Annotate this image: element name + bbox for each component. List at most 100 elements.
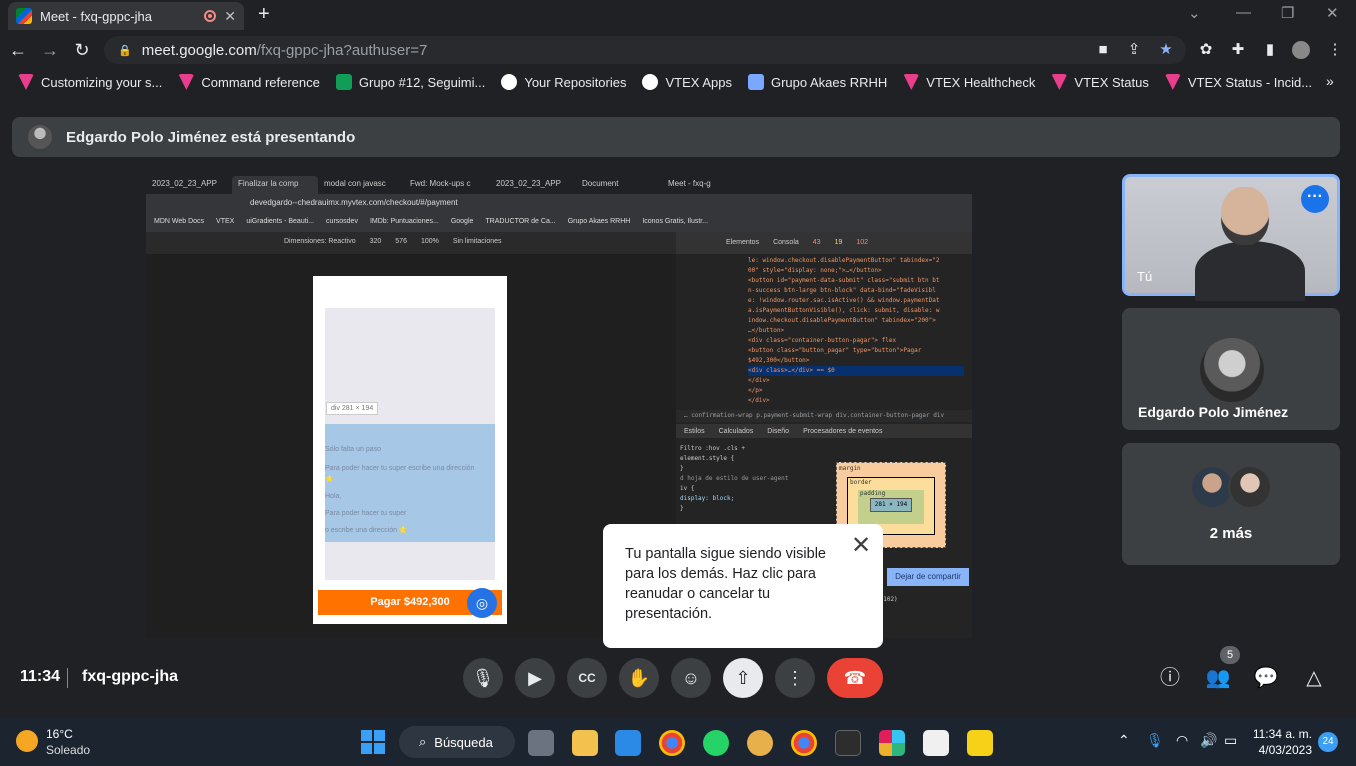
bookmark-item[interactable]: VTEX Apps	[634, 74, 739, 90]
vtex-icon	[903, 74, 920, 90]
shared-bookmark: VTEX	[216, 218, 235, 225]
bookmark-item[interactable]: VTEX Status - Incid...	[1157, 74, 1320, 90]
tray-chevron-icon[interactable]: ⌃	[1118, 732, 1130, 749]
recording-icon	[204, 10, 217, 22]
weather-condition[interactable]: Soleado	[46, 743, 90, 757]
captions-button[interactable]: CC	[567, 658, 607, 698]
bookmark-item[interactable]: Customizing your s...	[10, 74, 170, 90]
share-icon[interactable]: ⇪	[1125, 41, 1143, 59]
participant-avatar	[1228, 465, 1272, 509]
file-explorer-icon[interactable]	[572, 730, 598, 756]
code-line: <div class="container-button-pagar"> fle…	[748, 337, 897, 344]
emoji-button[interactable]: ☺	[671, 658, 711, 698]
presentation-paused-popup[interactable]: Tu pantalla sigue siendo visible para lo…	[603, 524, 883, 648]
present-button[interactable]: ⇧	[723, 658, 763, 698]
bookmark-item[interactable]: Grupo #12, Seguimi...	[328, 74, 493, 90]
taskbar-search[interactable]: ⌕ Búsqueda	[399, 726, 515, 758]
close-icon[interactable]: ✕	[848, 534, 874, 558]
start-button[interactable]	[361, 730, 385, 754]
activities-icon[interactable]: △	[1300, 664, 1328, 692]
camera-icon[interactable]: ■	[1094, 41, 1112, 59]
bookmarks-overflow-icon[interactable]: »	[1326, 73, 1334, 89]
akaes-icon	[747, 74, 764, 90]
reload-icon[interactable]: ↻	[72, 40, 92, 60]
leave-call-button[interactable]: ☎	[827, 658, 883, 698]
more-options-icon[interactable]: ···	[1301, 185, 1329, 213]
vscode-icon[interactable]	[615, 730, 641, 756]
notification-badge[interactable]: 24	[1318, 732, 1338, 752]
more-options-button[interactable]: ⋮	[775, 658, 815, 698]
shared-bookmark: TRADUCTOR de Ca...	[485, 218, 556, 225]
task-view-icon[interactable]	[528, 730, 554, 756]
terminal-icon[interactable]	[835, 730, 861, 756]
app-icon[interactable]	[747, 730, 773, 756]
volume-icon[interactable]: 🔊	[1200, 732, 1217, 749]
extension-icon[interactable]: ✿	[1197, 41, 1215, 59]
presenter-bar: Edgardo Polo Jiménez está presentando	[12, 117, 1340, 157]
shared-bookmark: uiGradients - Beauti...	[246, 218, 315, 225]
microphone-button[interactable]: 🎙	[463, 658, 503, 698]
computed-tab: Calculados	[718, 428, 754, 435]
meeting-info-icon[interactable]: ⓘ	[1156, 664, 1184, 692]
phone-line: Para poder hacer tu super	[325, 510, 407, 517]
chrome-profile-icon[interactable]	[791, 730, 817, 756]
extensions-puzzle-icon[interactable]: ✚	[1229, 41, 1247, 59]
devtools-tab-elements: Elementos	[726, 239, 760, 246]
restore-button[interactable]: ❐	[1281, 4, 1294, 22]
participant-tile[interactable]: Edgardo Polo Jiménez	[1122, 308, 1340, 430]
tray-mic-icon[interactable]: 🎙	[1146, 732, 1164, 749]
box-padding: padding 281 × 194	[858, 490, 924, 524]
tray-date[interactable]: 4/03/2023	[1250, 743, 1312, 757]
close-window-button[interactable]: ✕	[1326, 4, 1339, 22]
slack-icon[interactable]	[879, 730, 905, 756]
meeting-code: fxq-gppc-jha	[82, 668, 178, 685]
bookmark-item[interactable]: VTEX Status	[1043, 74, 1156, 90]
shared-tab: Meet - fxq-g	[668, 179, 711, 188]
self-tile[interactable]: ··· Tú	[1122, 174, 1340, 301]
camera-button[interactable]: ▶	[515, 658, 555, 698]
forward-icon[interactable]: →	[40, 40, 60, 60]
bookmark-label: Your Repositories	[524, 74, 627, 90]
shared-tab: 2023_02_23_APP	[152, 179, 217, 188]
chat-icon[interactable]: 💬	[1252, 664, 1280, 692]
styles-pane: Filtro :hov .cls + element.style { } d h…	[680, 444, 810, 514]
new-tab-button[interactable]: +	[258, 3, 270, 26]
bookmark-star-icon[interactable]: ★	[1157, 41, 1175, 59]
bookmark-item[interactable]: VTEX Healthcheck	[895, 74, 1043, 90]
shared-url: devedgardo--chedrauimx.myvtex.com/checko…	[146, 194, 972, 214]
tab-search-icon[interactable]: ⌄	[1188, 4, 1201, 22]
weather-temp[interactable]: 16°C	[46, 727, 73, 741]
browser-tab[interactable]: Meet - fxq-gppc-jha ✕	[8, 2, 244, 30]
snipping-tool-icon[interactable]	[923, 730, 949, 756]
bookmark-item[interactable]: Grupo Akaes RRHH	[740, 74, 895, 90]
address-bar[interactable]: 🔒 meet.google.com/fxq-gppc-jha?authuser=…	[104, 36, 1186, 64]
side-panel-icon[interactable]: ▮	[1261, 41, 1279, 59]
wifi-icon[interactable]: ◠	[1176, 732, 1188, 749]
shared-tab: Document	[582, 179, 619, 188]
profile-avatar[interactable]	[1292, 41, 1310, 59]
people-icon[interactable]: 👥	[1204, 664, 1232, 692]
box-padding-label: padding	[860, 490, 886, 497]
participant-avatar	[1200, 338, 1264, 402]
bookmark-item[interactable]: Command reference	[170, 74, 328, 90]
sticky-notes-icon[interactable]	[967, 730, 993, 756]
minimize-button[interactable]: —	[1236, 4, 1251, 21]
chrome-icon[interactable]	[659, 730, 685, 756]
people-count-badge: 5	[1220, 646, 1240, 664]
phone-line: o escribe una dirección ⭐	[325, 527, 408, 534]
more-participants-label: 2 más	[1209, 525, 1253, 542]
weather-sun-icon[interactable]	[16, 730, 38, 752]
close-tab-icon[interactable]: ✕	[224, 8, 236, 25]
style-line: }	[680, 505, 684, 512]
divider	[67, 668, 68, 688]
menu-kebab-icon[interactable]: ⋮	[1326, 41, 1344, 59]
raise-hand-button[interactable]: ✋	[619, 658, 659, 698]
bookmark-label: VTEX Status - Incid...	[1187, 74, 1313, 90]
tray-time[interactable]: 11:34 a. m.	[1250, 727, 1312, 741]
battery-icon[interactable]: ▭	[1224, 732, 1237, 749]
whatsapp-icon[interactable]	[703, 730, 729, 756]
bookmark-item[interactable]: Your Repositories	[493, 74, 634, 90]
back-icon[interactable]: ←	[8, 40, 28, 60]
more-participants-tile[interactable]: 2 más	[1122, 443, 1340, 565]
vtex-icon	[1051, 74, 1068, 90]
